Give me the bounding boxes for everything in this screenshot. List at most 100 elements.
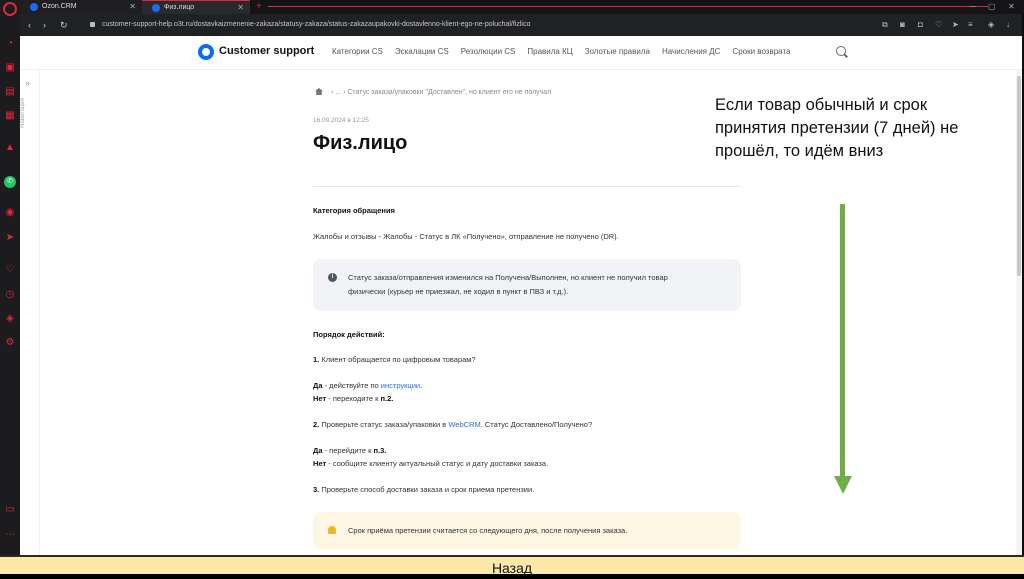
step-text: - перейдите к (322, 446, 374, 455)
step-text: Клиент обращается по цифровым товарам? (319, 355, 476, 364)
reload-icon[interactable]: ↻ (60, 18, 68, 32)
step-text: - сообщите клиенту актуальный статус и д… (326, 459, 549, 468)
step-ref: п.3. (373, 446, 387, 455)
tab-ozon-crm[interactable]: Ozon.CRM ✕ (20, 0, 142, 14)
whatsapp-icon[interactable]: ✆ (4, 176, 16, 188)
browser-sidebar: ◔ ▣ ▤ ▦ ▲ ✆ ◉ ➤ ♡ ◷ ◈ ⚙ ▭ ⋯ (0, 0, 20, 555)
step-text: - переходите к (326, 394, 381, 403)
url-field[interactable]: customer-support-help.o3t.ru/dostavkaizm… (102, 18, 530, 32)
maximize-icon[interactable]: ▢ (988, 0, 996, 14)
close-window-icon[interactable]: ✕ (1008, 0, 1015, 14)
twitch-icon[interactable]: ▤ (4, 86, 16, 98)
menu-item-resolutions[interactable]: Резолюции CS (461, 47, 516, 56)
extension-icon[interactable]: ⧉ (882, 19, 888, 31)
menu-item-golden-rules[interactable]: Золотые правила (585, 47, 650, 56)
screenshot-icon[interactable]: ◙ (900, 19, 905, 31)
shopping-bag-icon[interactable]: ◔ (4, 38, 16, 50)
expand-nav-icon[interactable]: » (25, 78, 30, 88)
no-label: Нет (313, 394, 327, 403)
menu-item-accruals[interactable]: Начисления ДС (662, 47, 720, 56)
down-arrow-head (834, 476, 852, 494)
step-2: 2. Проверьте статус заказа/упаковки в We… (313, 420, 592, 429)
download-icon[interactable]: ↓ (1006, 19, 1010, 31)
screen: ◔ ▣ ▤ ▦ ▲ ✆ ◉ ➤ ♡ ◷ ◈ ⚙ ▭ ⋯ Ozon.CRM ✕ Ф… (0, 0, 1024, 576)
navigation-label[interactable]: Навигация (20, 98, 26, 128)
tab-label: Ozon.CRM (42, 3, 77, 10)
heart-icon[interactable]: ♡ (4, 264, 16, 276)
step-1-no: Нет - переходите к п.2. (313, 394, 393, 403)
ozon-icon (30, 3, 38, 11)
close-tab-icon[interactable]: ✕ (129, 0, 136, 14)
step-text: - действуйте по (322, 381, 381, 390)
back-icon[interactable]: ‹ (28, 18, 31, 32)
clock-icon[interactable]: ◷ (4, 289, 16, 301)
ozon-icon (152, 4, 160, 12)
instruction-link[interactable]: инструкции (381, 381, 420, 390)
webcrm-link[interactable]: WebCRM (448, 420, 480, 429)
category-heading: Категория обращения (313, 206, 395, 215)
info-text-line2: физически (курьер не приезжал, не ходил … (348, 287, 569, 296)
breadcrumb: › ... › Статус заказа/упаковки "Доставле… (315, 88, 551, 96)
menu-icon[interactable]: ≡ (968, 19, 973, 31)
divider (313, 186, 741, 187)
breadcrumb-current[interactable]: Статус заказа/упаковки "Доставлен", но к… (347, 89, 551, 96)
step-ref: п.2. (380, 394, 394, 403)
info-text-line1: Статус заказа/отправления изменился на П… (348, 273, 668, 282)
lock-icon (90, 22, 95, 27)
settings-icon[interactable]: ⚙ (4, 337, 16, 349)
menu-item-return-periods[interactable]: Сроки возврата (732, 47, 790, 56)
down-arrow-icon (840, 204, 845, 478)
step-text-end: . Статус Доставлено/Получено? (480, 420, 593, 429)
scrollbar-thumb[interactable] (1017, 76, 1021, 276)
page-title: Физ.лицо (313, 132, 408, 154)
heart-icon[interactable]: ♡ (935, 19, 942, 31)
minimize-icon[interactable]: ─ (970, 0, 976, 14)
forward-icon[interactable]: › (43, 18, 46, 32)
step-1: 1. Клиент обращается по цифровым товарам… (313, 355, 476, 364)
send-icon[interactable]: ➤ (4, 232, 16, 244)
opera-logo-icon[interactable] (3, 2, 17, 16)
annotation-text: Если товар обычный и срок принятия прете… (715, 96, 959, 160)
navigation-rail: » Навигация (20, 70, 40, 555)
main-menu: Категории CS Эскалации CS Резолюции CS П… (332, 47, 790, 56)
wallet-icon[interactable]: ▭ (4, 504, 16, 516)
warning-text: Срок приёма претензии считается со следу… (348, 526, 628, 535)
new-tab-icon[interactable]: + (256, 0, 262, 13)
article-date: 16.09.2024 в 12:25 (313, 117, 369, 124)
yes-label: Да (313, 381, 323, 390)
cube-icon[interactable]: ◈ (988, 19, 994, 31)
home-icon[interactable] (315, 88, 323, 95)
address-bar: ‹ › ↻ customer-support-help.o3t.ru/dosta… (20, 14, 1024, 36)
player-icon[interactable]: ◉ (4, 207, 16, 219)
cube-icon[interactable]: ◈ (4, 313, 16, 325)
bottom-bar: Назад (0, 555, 1024, 576)
menu-item-categories[interactable]: Категории CS (332, 47, 383, 56)
menu-item-escalations[interactable]: Эскалации CS (395, 47, 449, 56)
tab-fizlico[interactable]: Физ.лицо ✕ (142, 0, 250, 14)
step-text: Проверьте способ доставки заказа и срок … (319, 485, 535, 494)
info-callout: i Статус заказа/отправления изменился на… (313, 259, 741, 311)
calendar-icon[interactable]: ▦ (4, 110, 16, 122)
more-icon[interactable]: ⋯ (4, 529, 16, 541)
yes-label: Да (313, 446, 323, 455)
close-tab-icon[interactable]: ✕ (237, 1, 244, 15)
search-icon[interactable] (836, 46, 846, 56)
tab-strip: Ozon.CRM ✕ Физ.лицо ✕ + ─ ▢ ✕ (20, 0, 1024, 14)
no-label: Нет (313, 459, 327, 468)
step-2-no: Нет - сообщите клиенту актуальный статус… (313, 459, 548, 468)
bag-icon[interactable]: ▣ (4, 62, 16, 74)
step-1-yes: Да - действуйте по инструкции. (313, 381, 422, 390)
step-text: Проверьте статус заказа/упаковки в (319, 420, 449, 429)
fire-icon[interactable]: ▲ (4, 142, 16, 154)
step-text-end: . (420, 381, 423, 390)
camera-icon[interactable]: ◘ (918, 19, 923, 31)
site-logo-text[interactable]: Customer support (219, 45, 314, 57)
flow-icon[interactable]: ➤ (952, 19, 959, 31)
back-button[interactable]: Назад (0, 557, 1024, 579)
customer-support-logo-icon[interactable] (198, 44, 214, 60)
warning-callout: Срок приёма претензии считается со следу… (313, 512, 741, 549)
bell-icon (328, 526, 336, 534)
step-2-yes: Да - перейдите к п.3. (313, 446, 386, 455)
menu-item-rules[interactable]: Правила КЦ (527, 47, 572, 56)
category-text: Жалобы и отзывы - Жалобы - Статус в ЛК «… (313, 232, 619, 241)
